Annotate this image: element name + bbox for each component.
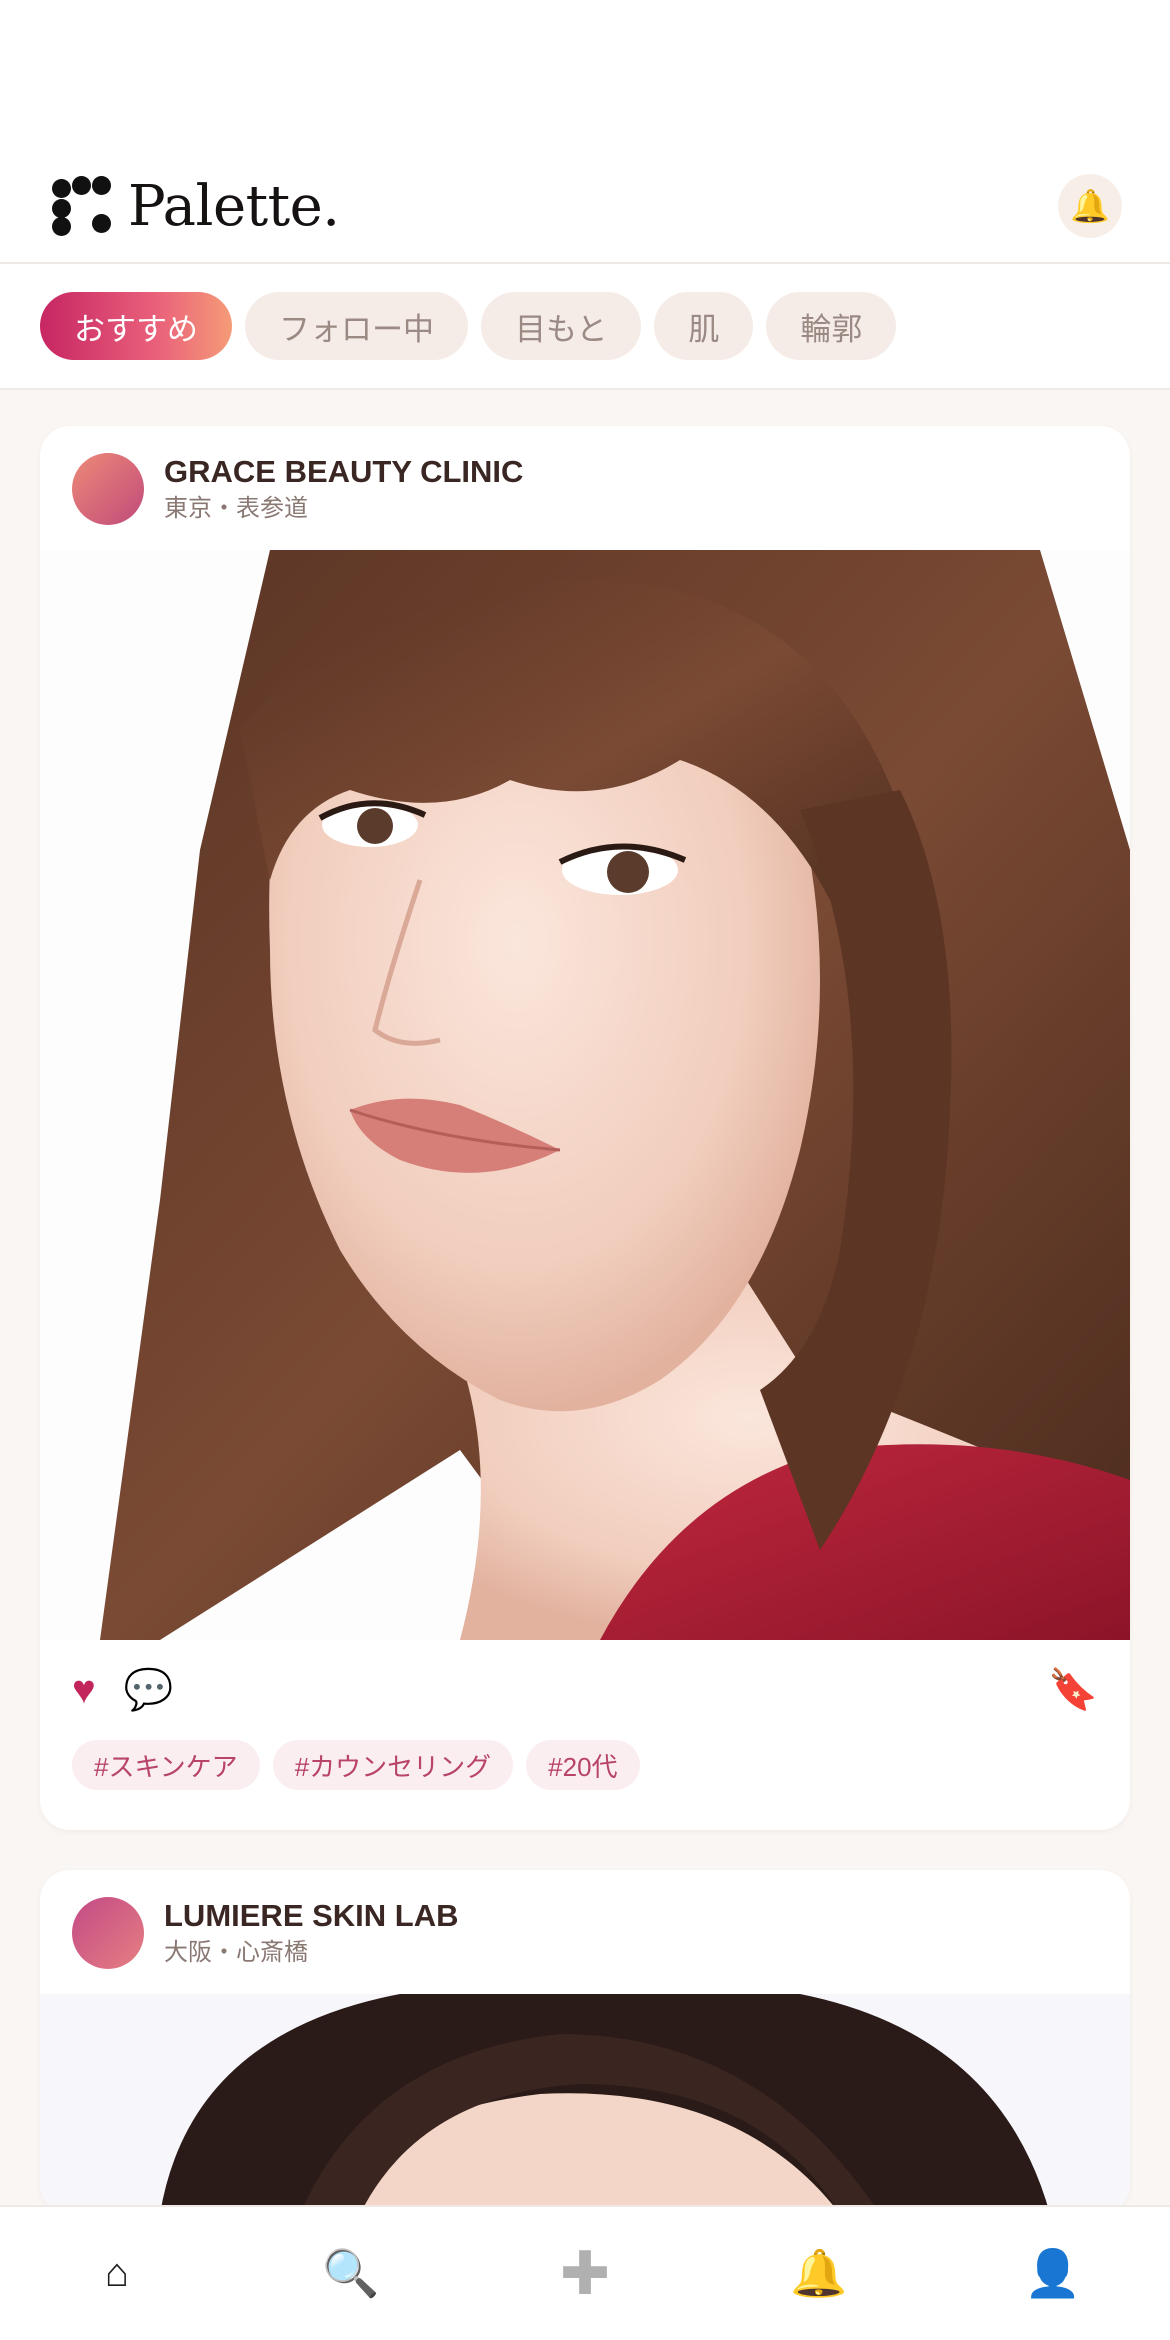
chip-eyes[interactable]: 目もと	[481, 292, 642, 360]
portrait-illustration	[40, 1994, 1130, 2214]
chip-recommended[interactable]: おすすめ	[40, 292, 232, 360]
add-icon: ✚	[559, 2239, 611, 2307]
notification-button[interactable]: 🔔	[1058, 174, 1122, 238]
portrait-illustration	[40, 550, 1130, 1640]
app-header: Palette. 🔔	[0, 150, 1170, 264]
avatar[interactable]	[72, 453, 144, 525]
feed: GRACE BEAUTY CLINIC 東京・表参道 ♥ 💬 🔖 #スキンケア …	[0, 390, 1170, 2214]
comment-icon[interactable]: 💬	[124, 1670, 174, 1710]
nav-add[interactable]: ✚	[525, 2224, 645, 2324]
app-screen: Palette. 🔔 おすすめ フォロー中 目もと 肌 輪郭 GRACE BEA…	[0, 0, 1170, 2340]
logo[interactable]: Palette.	[52, 174, 340, 239]
status-area	[0, 0, 1170, 150]
nav-search[interactable]: 🔍	[291, 2224, 411, 2324]
post-header[interactable]: LUMIERE SKIN LAB 大阪・心斎橋	[40, 1870, 1130, 1994]
post-tags: #スキンケア #カウンセリング #20代	[40, 1740, 1130, 1830]
chip-skin[interactable]: 肌	[654, 292, 754, 360]
nav-notifications[interactable]: 🔔	[759, 2224, 879, 2324]
post-header[interactable]: GRACE BEAUTY CLINIC 東京・表参道	[40, 426, 1130, 550]
post-photo[interactable]	[40, 550, 1130, 1640]
tag-counseling[interactable]: #カウンセリング	[272, 1740, 514, 1790]
clinic-name[interactable]: GRACE BEAUTY CLINIC	[164, 453, 523, 491]
nav-profile[interactable]: 👤	[993, 2224, 1113, 2324]
nav-home[interactable]: ⌂	[57, 2224, 177, 2324]
post-photo[interactable]	[40, 1994, 1130, 2214]
bell-icon: 🔔	[1070, 188, 1110, 224]
avatar[interactable]	[72, 1897, 144, 1969]
chip-contour[interactable]: 輪郭	[766, 292, 897, 360]
home-icon: ⌂	[104, 2251, 130, 2295]
search-icon: 🔍	[322, 2247, 380, 2299]
post-card: LUMIERE SKIN LAB 大阪・心斎橋	[40, 1870, 1130, 2214]
clinic-location: 大阪・心斎橋	[164, 1939, 308, 1966]
tag-skincare[interactable]: #スキンケア	[72, 1740, 260, 1790]
logo-mark	[52, 176, 112, 236]
bookmark-icon[interactable]: 🔖	[1048, 1670, 1098, 1710]
post-actions: ♥ 💬 🔖	[40, 1640, 1130, 1740]
bottom-navigation: ⌂ 🔍 ✚ 🔔 👤	[0, 2205, 1170, 2340]
clinic-location: 東京・表参道	[164, 495, 308, 522]
chip-following[interactable]: フォロー中	[245, 292, 468, 360]
tag-20s[interactable]: #20代	[526, 1740, 640, 1790]
category-chips: おすすめ フォロー中 目もと 肌 輪郭	[0, 264, 1170, 390]
bell-icon: 🔔	[790, 2247, 848, 2299]
profile-icon: 👤	[1024, 2247, 1082, 2299]
logo-text: Palette.	[128, 173, 340, 239]
clinic-name[interactable]: LUMIERE SKIN LAB	[164, 1897, 459, 1935]
post-card: GRACE BEAUTY CLINIC 東京・表参道 ♥ 💬 🔖 #スキンケア …	[40, 426, 1130, 1830]
heart-icon[interactable]: ♥	[72, 1670, 96, 1710]
